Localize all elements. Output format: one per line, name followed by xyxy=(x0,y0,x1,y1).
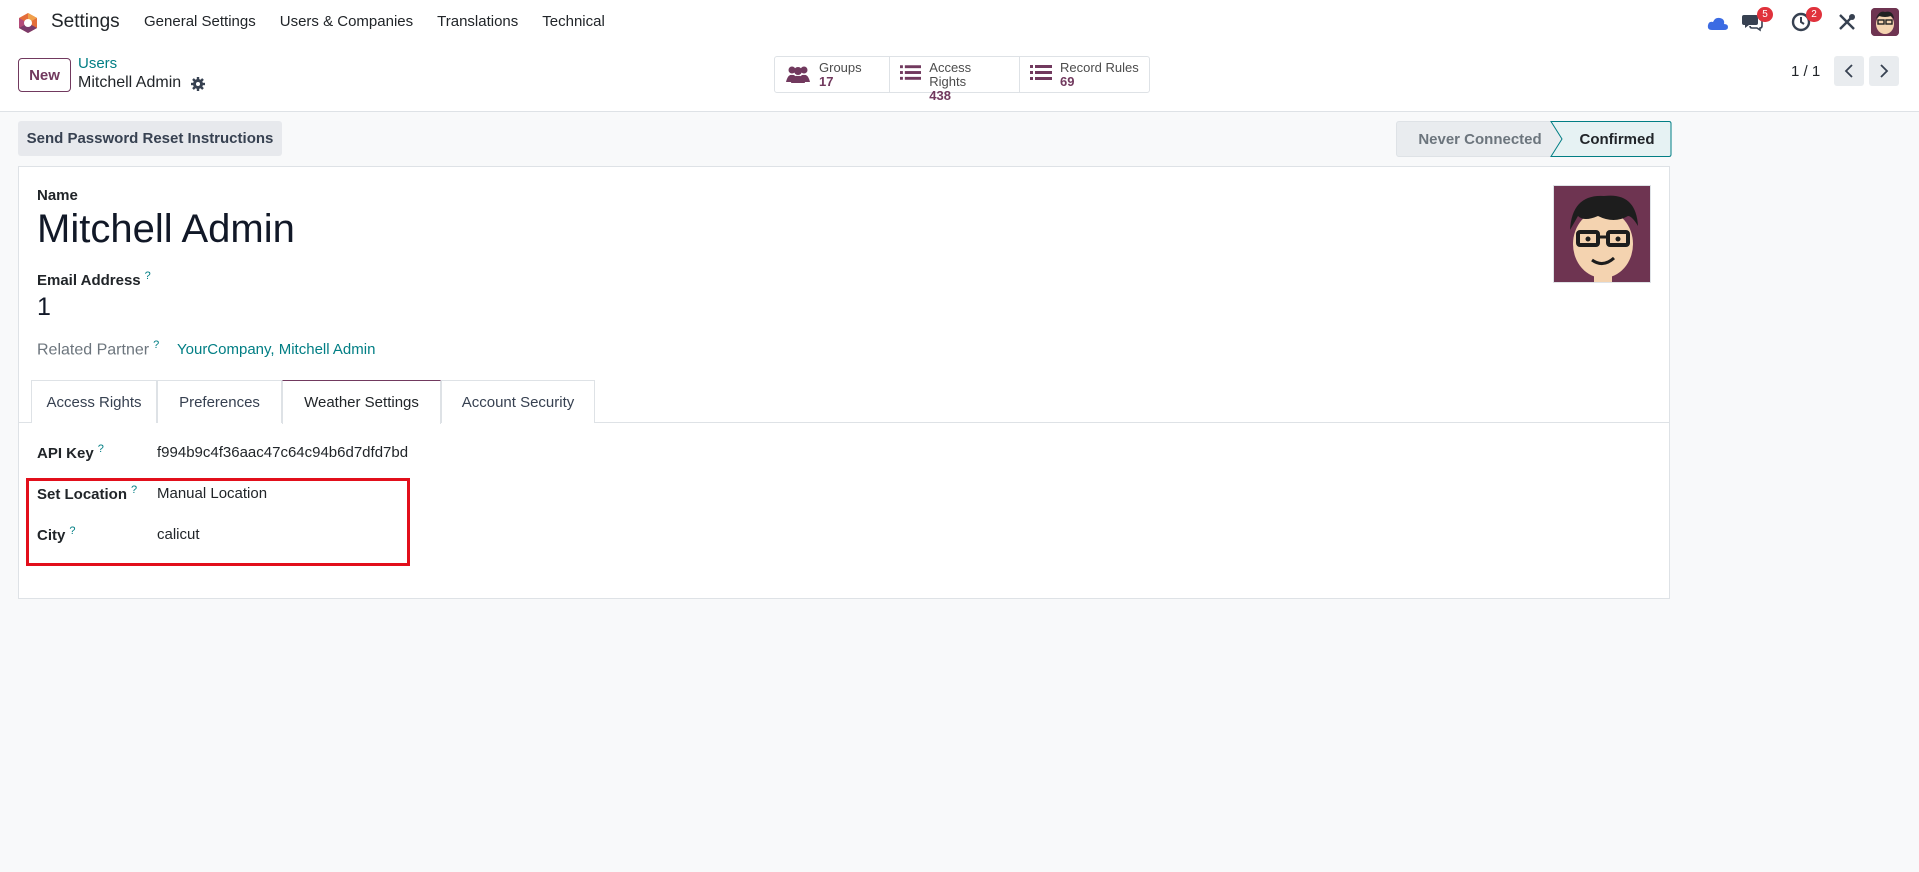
pager-value[interactable]: 1 / 1 xyxy=(1791,63,1820,80)
list-icon xyxy=(900,65,922,80)
tab-preferences[interactable]: Preferences xyxy=(157,380,282,423)
control-panel: New Users Mitchell Admin Groups 17 Acces… xyxy=(0,44,1919,112)
list-icon xyxy=(1030,65,1052,80)
api-key-label-text: API Key xyxy=(37,445,94,462)
stage-never-connected[interactable]: Never Connected xyxy=(1396,121,1564,157)
activities-count-badge: 2 xyxy=(1806,7,1822,22)
chevron-left-icon xyxy=(1844,64,1853,78)
api-key-help-icon[interactable]: ? xyxy=(98,443,104,455)
user-face-icon xyxy=(1871,8,1899,36)
tab-access-rights[interactable]: Access Rights xyxy=(31,380,157,423)
user-avatar[interactable] xyxy=(1871,8,1899,36)
messages-button[interactable]: 5 xyxy=(1741,7,1773,33)
form-tabs: Access Rights Preferences Weather Settin… xyxy=(19,380,1669,424)
pager-next-button[interactable] xyxy=(1869,56,1899,86)
smart-button-access-rights[interactable]: Access Rights 438 xyxy=(890,57,1020,103)
name-field[interactable]: Mitchell Admin xyxy=(37,207,295,252)
app-name[interactable]: Settings xyxy=(51,11,120,33)
email-help-icon[interactable]: ? xyxy=(145,270,151,282)
menu-translations[interactable]: Translations xyxy=(437,13,518,30)
messages-count-badge: 5 xyxy=(1757,7,1773,22)
activities-button[interactable]: 2 xyxy=(1790,7,1822,33)
new-button[interactable]: New xyxy=(18,58,71,92)
cloud-icon[interactable] xyxy=(1707,13,1729,35)
pager-previous-button[interactable] xyxy=(1834,56,1864,86)
odoo-logo-icon[interactable] xyxy=(17,12,39,34)
partner-label-text: Related Partner xyxy=(37,341,150,359)
stage-confirmed[interactable]: Confirmed xyxy=(1554,121,1670,157)
partner-link[interactable]: YourCompany, Mitchell Admin xyxy=(177,341,375,358)
chevron-right-icon xyxy=(1880,64,1889,78)
gear-icon[interactable] xyxy=(190,76,206,92)
tools-icon[interactable] xyxy=(1836,11,1858,33)
send-password-reset-button[interactable]: Send Password Reset Instructions xyxy=(18,121,282,156)
form-sheet: Name Mitchell Admin Email Address? 1 Rel… xyxy=(18,166,1670,599)
smart-button-groups[interactable]: Groups 17 xyxy=(775,57,890,92)
smart-buttons: Groups 17 Access Rights 438 Record Rules… xyxy=(774,56,1150,103)
top-navbar: Settings General Settings Users & Compan… xyxy=(0,0,1919,44)
breadcrumb-current: Mitchell Admin xyxy=(78,74,182,91)
tab-weather-settings[interactable]: Weather Settings xyxy=(282,380,441,424)
smart-button-record-rules[interactable]: Record Rules 69 xyxy=(1020,57,1149,92)
tab-account-security[interactable]: Account Security xyxy=(441,380,595,423)
breadcrumb-users[interactable]: Users xyxy=(78,55,117,72)
users-icon xyxy=(786,66,810,83)
partner-label: Related Partner? xyxy=(37,339,159,359)
email-label: Email Address? xyxy=(37,270,151,289)
smart-access-rights-value: 438 xyxy=(929,88,951,103)
smart-groups-value: 17 xyxy=(819,74,834,89)
smart-record-rules-label: Record Rules xyxy=(1060,60,1139,75)
menu-general-settings[interactable]: General Settings xyxy=(144,13,256,30)
smart-access-rights-label: Access Rights xyxy=(929,60,972,89)
highlight-box xyxy=(26,478,410,566)
main-menu: General Settings Users & Companies Trans… xyxy=(144,13,629,30)
menu-users-companies[interactable]: Users & Companies xyxy=(280,13,413,30)
menu-technical[interactable]: Technical xyxy=(542,13,605,30)
user-face-icon xyxy=(1554,186,1650,282)
email-field[interactable]: 1 xyxy=(37,293,51,322)
email-label-text: Email Address xyxy=(37,272,141,289)
user-photo[interactable] xyxy=(1553,185,1651,283)
api-key-label: API Key? xyxy=(37,443,104,462)
smart-groups-label: Groups xyxy=(819,60,862,75)
api-key-field[interactable]: f994b9c4f36aac47c64c94b6d7dfd7bd xyxy=(157,444,408,461)
partner-help-icon[interactable]: ? xyxy=(153,339,159,351)
name-label: Name xyxy=(37,187,78,204)
smart-record-rules-value: 69 xyxy=(1060,74,1075,89)
